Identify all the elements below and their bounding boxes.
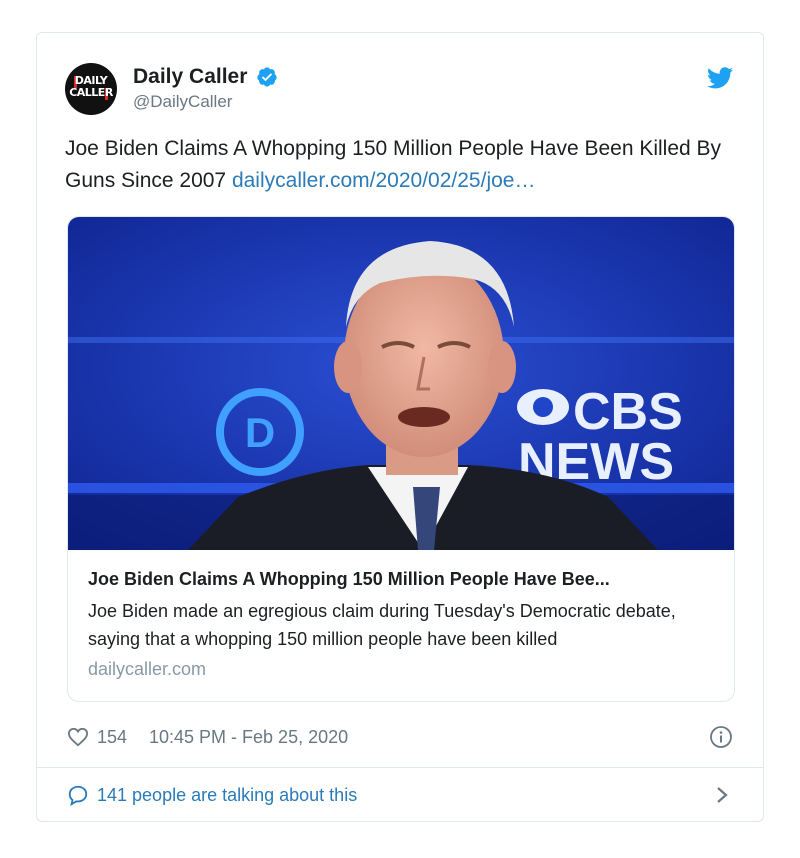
handle[interactable]: @DailyCaller (133, 92, 278, 112)
talking-count-text[interactable]: 141 people are talking about this (97, 785, 357, 806)
chevron-right-icon[interactable] (715, 785, 729, 805)
tweet-header: DAILY CALLER Daily Caller @DailyCaller (65, 61, 735, 119)
verified-badge-icon (257, 67, 277, 87)
divider (37, 767, 763, 768)
tweet-text: Joe Biden Claims A Whopping 150 Million … (65, 133, 745, 197)
info-icon[interactable] (709, 725, 733, 749)
display-name[interactable]: Daily Caller (133, 65, 247, 89)
speech-bubble-icon (68, 785, 88, 806)
tweet-meta: 154 10:45 PM - Feb 25, 2020 (67, 723, 733, 753)
tweet-link[interactable]: dailycaller.com/2020/02/25/joe… (232, 169, 536, 192)
like-count[interactable]: 154 (97, 727, 127, 748)
card-body: Joe Biden Claims A Whopping 150 Million … (88, 567, 714, 680)
democratic-logo-letter: D (245, 409, 275, 456)
embedded-tweet: DAILY CALLER Daily Caller @DailyCaller Jo… (36, 32, 764, 822)
timestamp[interactable]: 10:45 PM - Feb 25, 2020 (149, 727, 348, 748)
author-names[interactable]: Daily Caller @DailyCaller (133, 65, 278, 112)
card-domain: dailycaller.com (88, 659, 207, 679)
avatar[interactable]: DAILY CALLER (65, 63, 117, 115)
link-card[interactable]: D CBS NEWS Joe Biden Claims A Whopping 1… (67, 216, 735, 702)
card-title[interactable]: Joe Biden Claims A Whopping 150 Million … (88, 567, 714, 591)
cbs-eye-logo-icon (517, 389, 569, 425)
conversation-link[interactable]: 141 people are talking about this (67, 781, 733, 811)
twitter-bird-icon[interactable] (707, 67, 733, 89)
avatar-logo-text: DAILY CALLER (69, 74, 113, 99)
card-description: Joe Biden made an egregious claim during… (88, 601, 676, 649)
heart-icon[interactable] (67, 727, 89, 747)
card-image[interactable]: D CBS NEWS (68, 217, 735, 550)
